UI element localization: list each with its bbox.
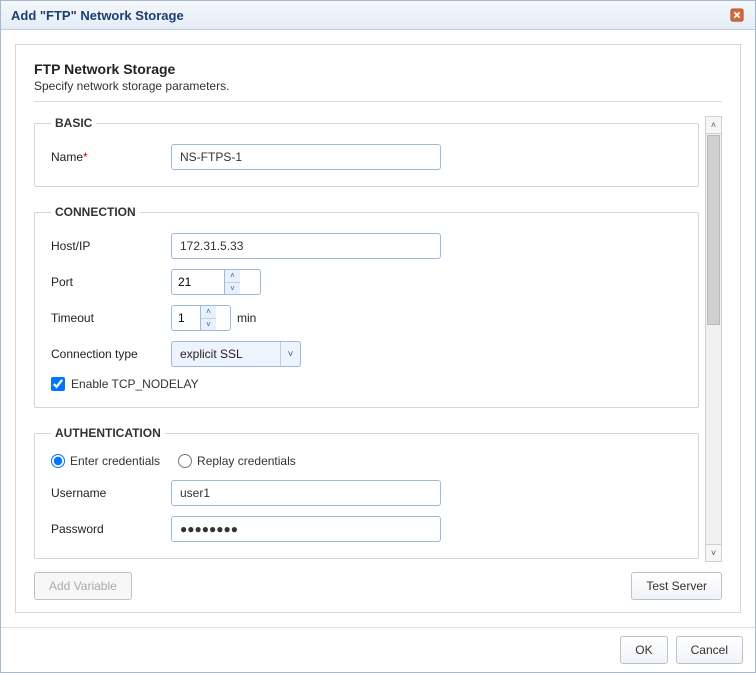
radio-enter-input[interactable] <box>51 454 65 468</box>
chevron-up-icon: ˄ <box>206 307 211 316</box>
chevron-down-icon: ˅ <box>711 548 716 558</box>
row-port: Port ˄ ˅ <box>51 269 682 295</box>
timeout-stepper[interactable]: ˄ ˅ <box>171 305 231 331</box>
password-label: Password <box>51 522 171 536</box>
port-input[interactable] <box>172 270 224 294</box>
chevron-down-icon: ˅ <box>230 284 235 293</box>
group-auth: AUTHENTICATION Enter credentials Replay … <box>34 426 699 559</box>
group-auth-legend: AUTHENTICATION <box>51 426 165 440</box>
name-input[interactable] <box>171 144 441 170</box>
name-label: Name* <box>51 150 171 164</box>
conntype-label: Connection type <box>51 347 171 361</box>
page-title: FTP Network Storage <box>34 61 722 77</box>
nodelay-label: Enable TCP_NODELAY <box>71 377 199 391</box>
chevron-up-icon: ˄ <box>711 120 716 130</box>
dialog: Add "FTP" Network Storage FTP Network St… <box>0 0 756 673</box>
close-icon <box>730 8 744 22</box>
port-spin-down[interactable]: ˅ <box>225 283 240 295</box>
row-name: Name* <box>51 144 682 170</box>
host-label: Host/IP <box>51 239 171 253</box>
dialog-footer: OK Cancel <box>1 627 755 672</box>
row-host: Host/IP <box>51 233 682 259</box>
test-server-button[interactable]: Test Server <box>631 572 722 600</box>
timeout-unit: min <box>237 311 256 325</box>
nodelay-checkbox[interactable] <box>51 377 65 391</box>
scroll-area: BASIC Name* CONNECTION Host/IP <box>34 116 722 562</box>
auth-mode-row: Enter credentials Replay credentials <box>51 454 682 468</box>
group-connection-legend: CONNECTION <box>51 205 140 219</box>
ok-button[interactable]: OK <box>620 636 667 664</box>
timeout-spin-buttons: ˄ ˅ <box>200 306 216 330</box>
port-spin-buttons: ˄ ˅ <box>224 270 240 294</box>
timeout-input[interactable] <box>172 306 200 330</box>
row-username: Username <box>51 480 682 506</box>
scroll-up-button[interactable]: ˄ <box>706 117 721 134</box>
host-input[interactable] <box>171 233 441 259</box>
scroll-thumb[interactable] <box>707 135 720 325</box>
radio-enter-credentials[interactable]: Enter credentials <box>51 454 160 468</box>
radio-replay-label: Replay credentials <box>197 454 296 468</box>
combo-arrow[interactable]: ˅ <box>280 342 300 366</box>
timeout-spin-up[interactable]: ˄ <box>201 306 216 319</box>
group-connection: CONNECTION Host/IP Port ˄ ˅ <box>34 205 699 408</box>
row-nodelay: Enable TCP_NODELAY <box>51 377 682 391</box>
titlebar: Add "FTP" Network Storage <box>1 1 755 30</box>
chevron-up-icon: ˄ <box>230 271 235 280</box>
timeout-spin-down[interactable]: ˅ <box>201 319 216 331</box>
port-stepper[interactable]: ˄ ˅ <box>171 269 261 295</box>
scroll-down-button[interactable]: ˅ <box>706 544 721 561</box>
chevron-down-icon: ˅ <box>288 349 294 360</box>
port-spin-up[interactable]: ˄ <box>225 270 240 283</box>
group-basic: BASIC Name* <box>34 116 699 187</box>
password-input[interactable] <box>171 516 441 542</box>
radio-replay-input[interactable] <box>178 454 192 468</box>
conntype-value: explicit SSL <box>172 347 280 361</box>
timeout-label: Timeout <box>51 311 171 325</box>
dialog-title: Add "FTP" Network Storage <box>11 8 184 23</box>
required-mark: * <box>83 150 88 164</box>
username-label: Username <box>51 486 171 500</box>
vertical-scrollbar[interactable]: ˄ ˅ <box>705 116 722 562</box>
radio-enter-label: Enter credentials <box>70 454 160 468</box>
row-timeout: Timeout ˄ ˅ min <box>51 305 682 331</box>
conntype-combo[interactable]: explicit SSL ˅ <box>171 341 301 367</box>
dialog-body: FTP Network Storage Specify network stor… <box>1 30 755 627</box>
form-content: BASIC Name* CONNECTION Host/IP <box>34 116 705 562</box>
close-button[interactable] <box>729 7 745 23</box>
content-frame: FTP Network Storage Specify network stor… <box>15 44 741 613</box>
divider <box>34 101 722 102</box>
radio-replay-credentials[interactable]: Replay credentials <box>178 454 296 468</box>
port-label: Port <box>51 275 171 289</box>
page-subtitle: Specify network storage parameters. <box>34 79 722 93</box>
chevron-down-icon: ˅ <box>206 320 211 329</box>
group-basic-legend: BASIC <box>51 116 96 130</box>
username-input[interactable] <box>171 480 441 506</box>
section-header: FTP Network Storage Specify network stor… <box>34 61 722 93</box>
cancel-button[interactable]: Cancel <box>676 636 743 664</box>
row-password: Password <box>51 516 682 542</box>
inner-actions: Add Variable Test Server <box>34 572 722 600</box>
row-conntype: Connection type explicit SSL ˅ <box>51 341 682 367</box>
add-variable-button[interactable]: Add Variable <box>34 572 132 600</box>
